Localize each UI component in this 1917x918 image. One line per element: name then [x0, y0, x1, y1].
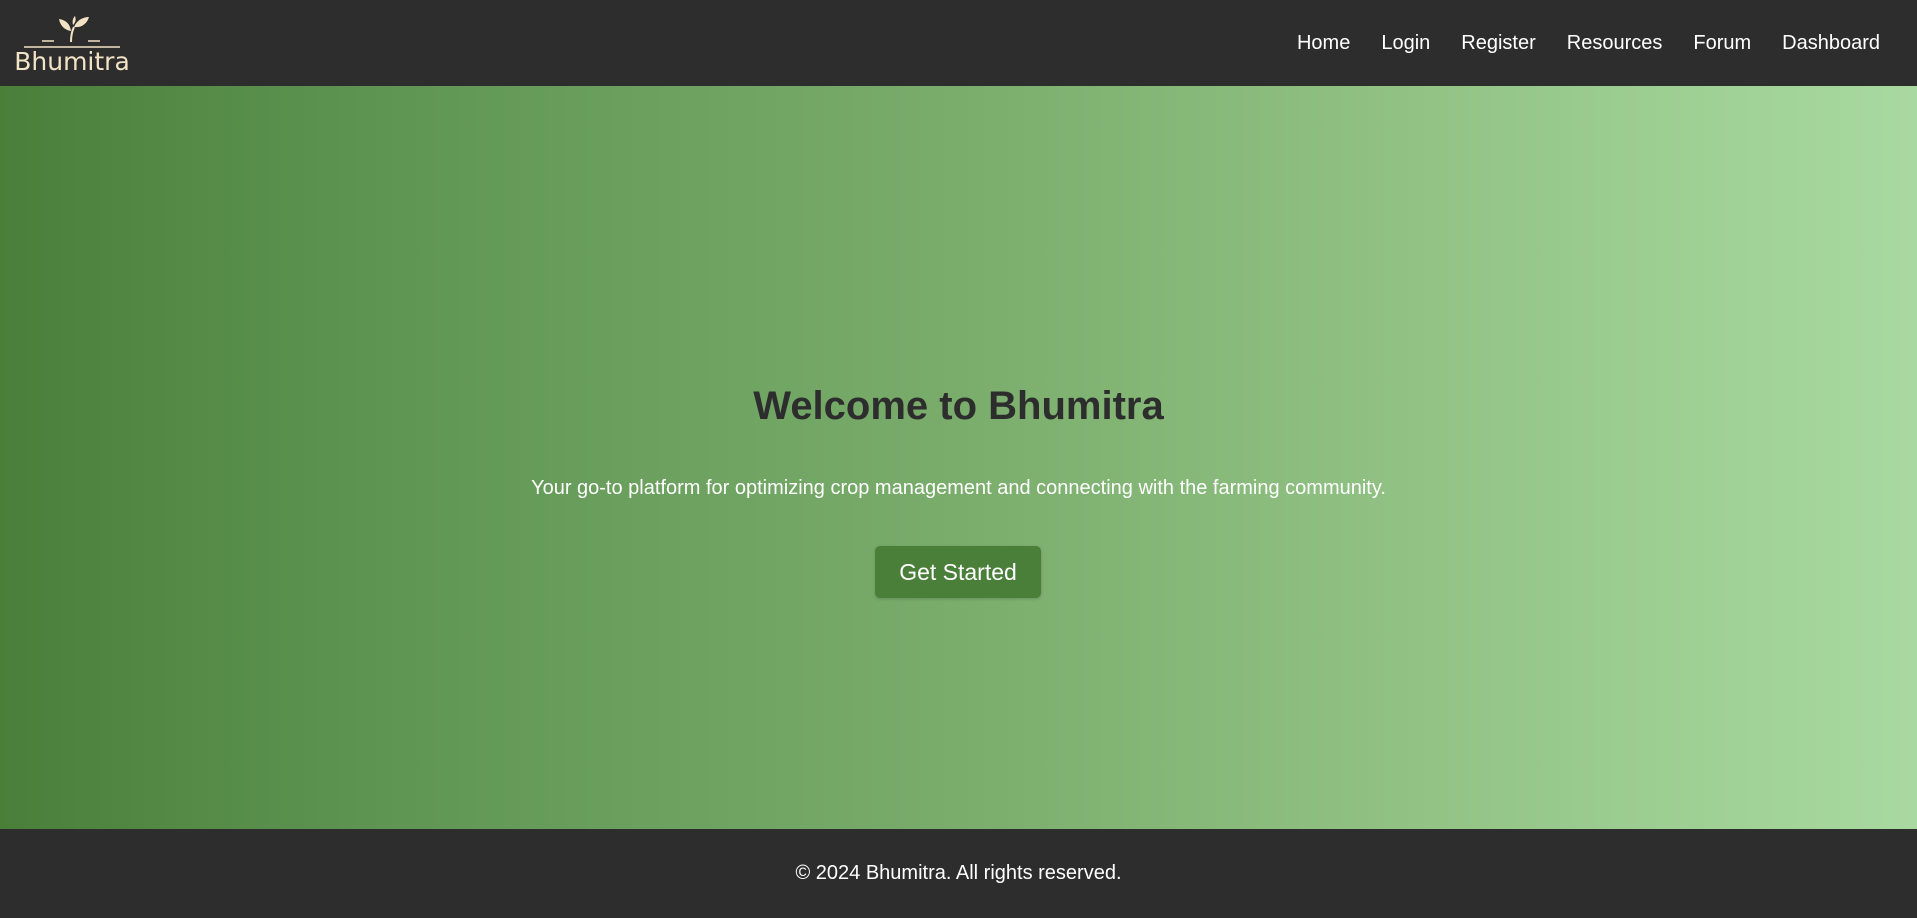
hero-subtitle: Your go-to platform for optimizing crop … [531, 477, 1386, 499]
nav-link-dashboard[interactable]: Dashboard [1782, 32, 1880, 55]
logo-text: Bhumitra [14, 46, 130, 76]
navbar: Bhumitra Home Login Register Resources F… [0, 0, 1917, 86]
nav-link-forum[interactable]: Forum [1693, 32, 1751, 55]
logo[interactable]: Bhumitra [14, 13, 130, 74]
nav-menu: Home Login Register Resources Forum Dash… [1266, 32, 1880, 55]
hero-section: Welcome to Bhumitra Your go-to platform … [0, 86, 1917, 829]
hero-title: Welcome to Bhumitra [753, 384, 1164, 428]
nav-link-login[interactable]: Login [1381, 32, 1430, 55]
get-started-button[interactable]: Get Started [875, 546, 1041, 598]
nav-link-resources[interactable]: Resources [1567, 32, 1663, 55]
sprout-icon [24, 15, 120, 48]
copyright-text: © 2024 Bhumitra. All rights reserved. [795, 862, 1122, 884]
nav-link-home[interactable]: Home [1297, 32, 1350, 55]
nav-link-register[interactable]: Register [1461, 32, 1535, 55]
footer: © 2024 Bhumitra. All rights reserved. [0, 829, 1917, 918]
